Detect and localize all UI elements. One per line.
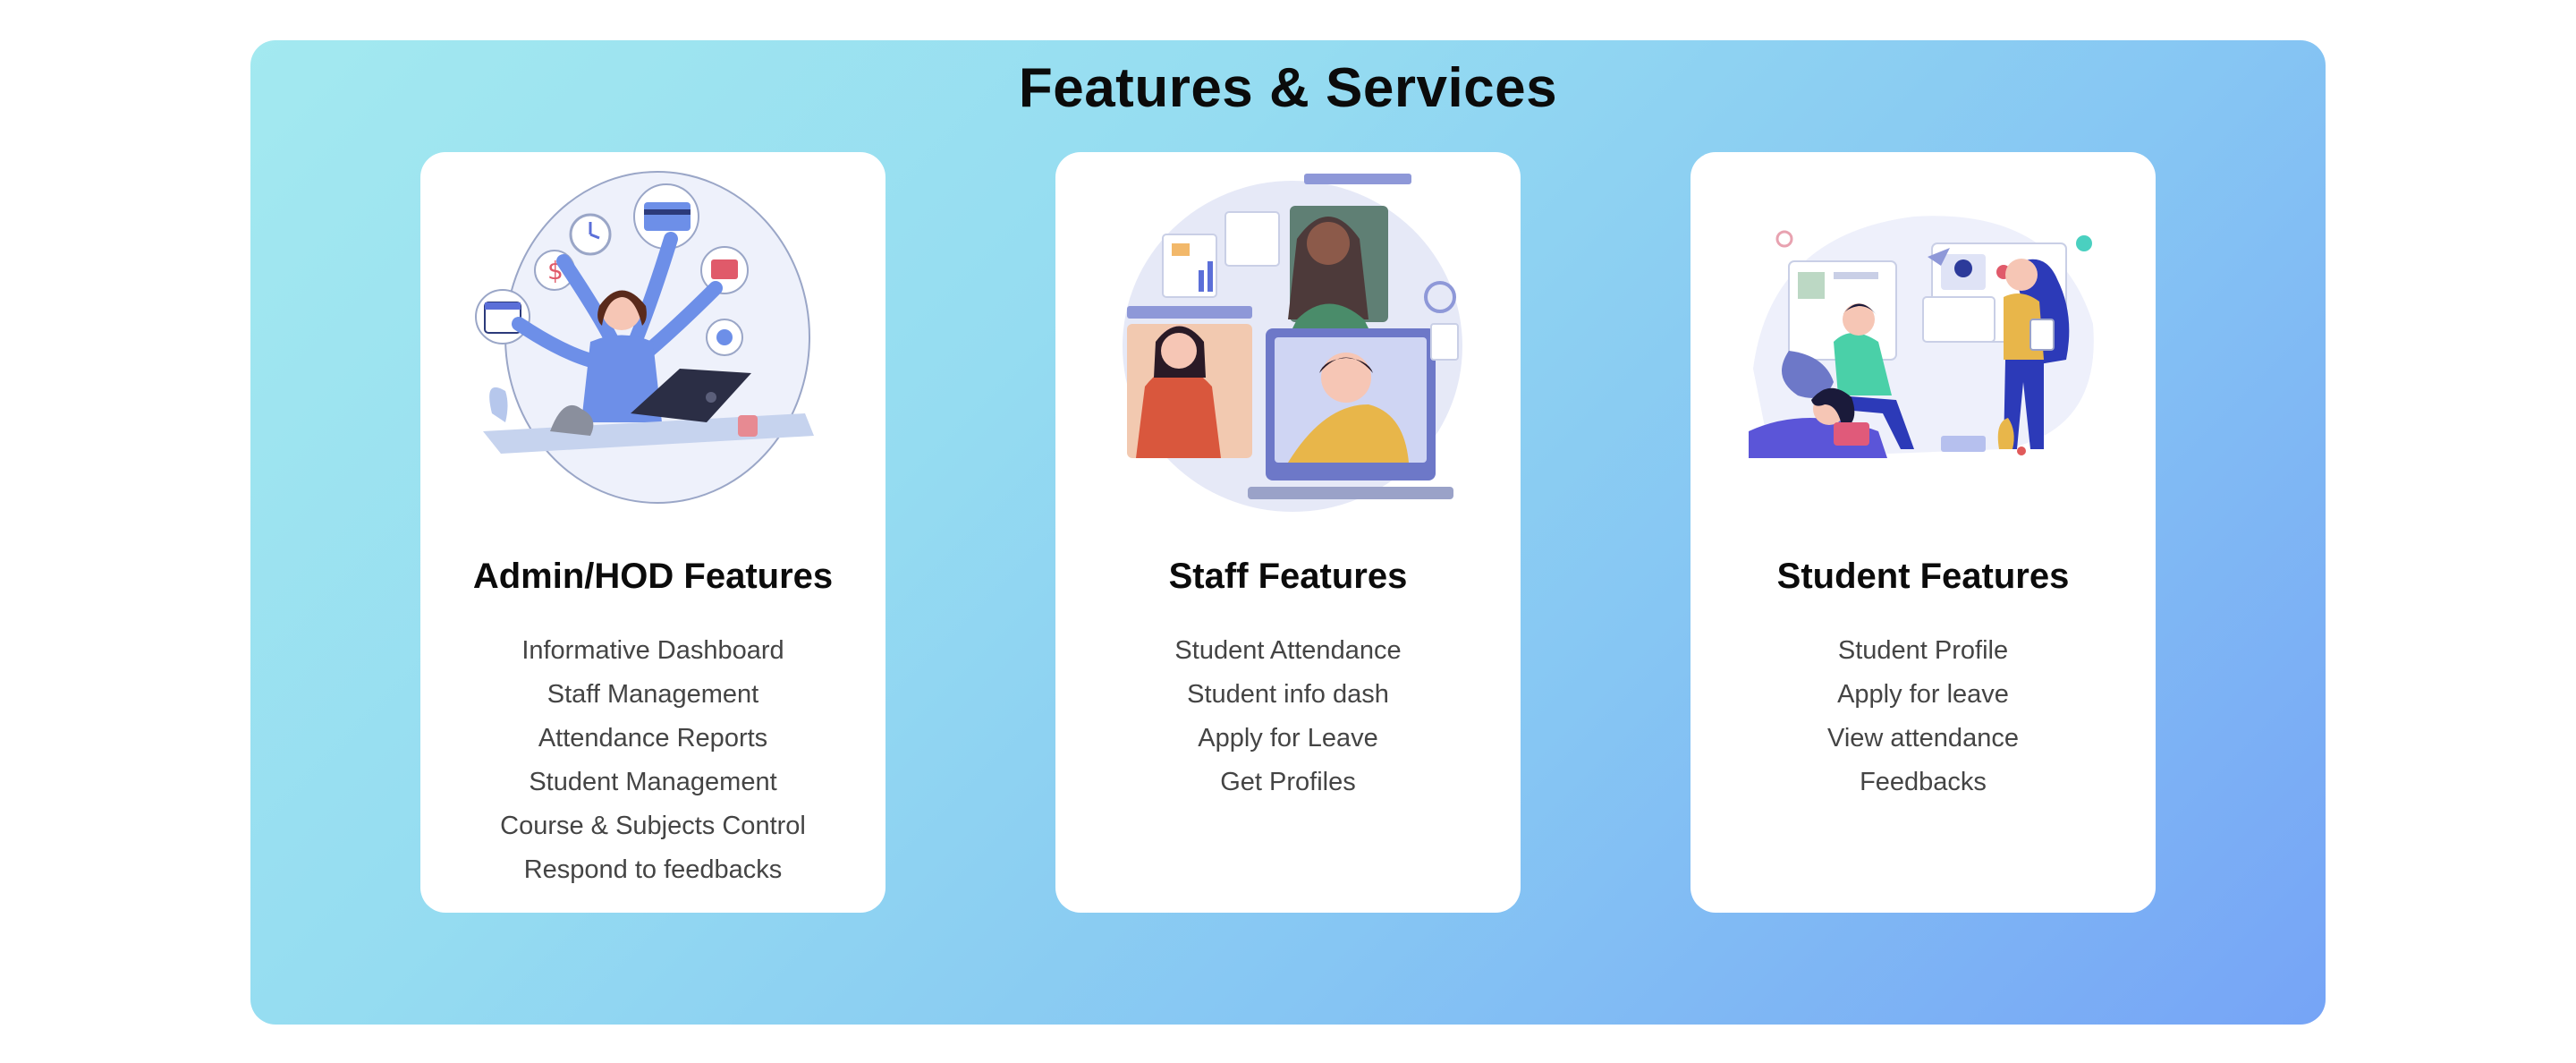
list-item: Feedbacks <box>1860 768 1987 796</box>
card-title: Student Features <box>1776 557 2070 596</box>
list-item: Get Profiles <box>1220 768 1356 796</box>
admin-hod-card: $ Admin/HOD Features Informative Dashboa… <box>420 152 886 913</box>
list-item: Student Management <box>529 768 777 796</box>
feature-list: Student Profile Apply for leave View att… <box>1827 629 2019 804</box>
list-item: View attendance <box>1827 724 2019 753</box>
student-card: Student Features Student Profile Apply f… <box>1690 152 2156 913</box>
list-item: Course & Subjects Control <box>500 812 806 840</box>
card-title: Staff Features <box>1168 557 1408 596</box>
list-item: Student info dash <box>1187 680 1389 709</box>
features-services-section: Features & Services $ Admin/HOD Features… <box>250 40 2326 1025</box>
feature-list: Student Attendance Student info dash App… <box>1174 629 1401 804</box>
list-item: Respond to feedbacks <box>523 855 783 884</box>
section-title: Features & Services <box>1018 57 1558 119</box>
list-item: Student Attendance <box>1174 636 1402 665</box>
card-title: Admin/HOD Features <box>472 557 834 596</box>
staff-card: Staff Features Student Attendance Studen… <box>1055 152 1521 913</box>
list-item: Apply for Leave <box>1198 724 1378 753</box>
feature-list: Informative Dashboard Staff Management A… <box>500 629 806 892</box>
list-item: Staff Management <box>547 680 759 709</box>
list-item: Informative Dashboard <box>521 636 784 665</box>
multitasking-admin-illustration: $ <box>475 171 814 504</box>
list-item: Attendance Reports <box>538 724 768 753</box>
student-remote-learning-illustration <box>1749 216 2094 458</box>
feature-cards: $ Admin/HOD Features Informative Dashboa… <box>420 152 2156 913</box>
list-item: Apply for leave <box>1837 680 2009 709</box>
staff-collaboration-illustration <box>1123 174 1462 512</box>
list-item: Student Profile <box>1837 636 2009 665</box>
